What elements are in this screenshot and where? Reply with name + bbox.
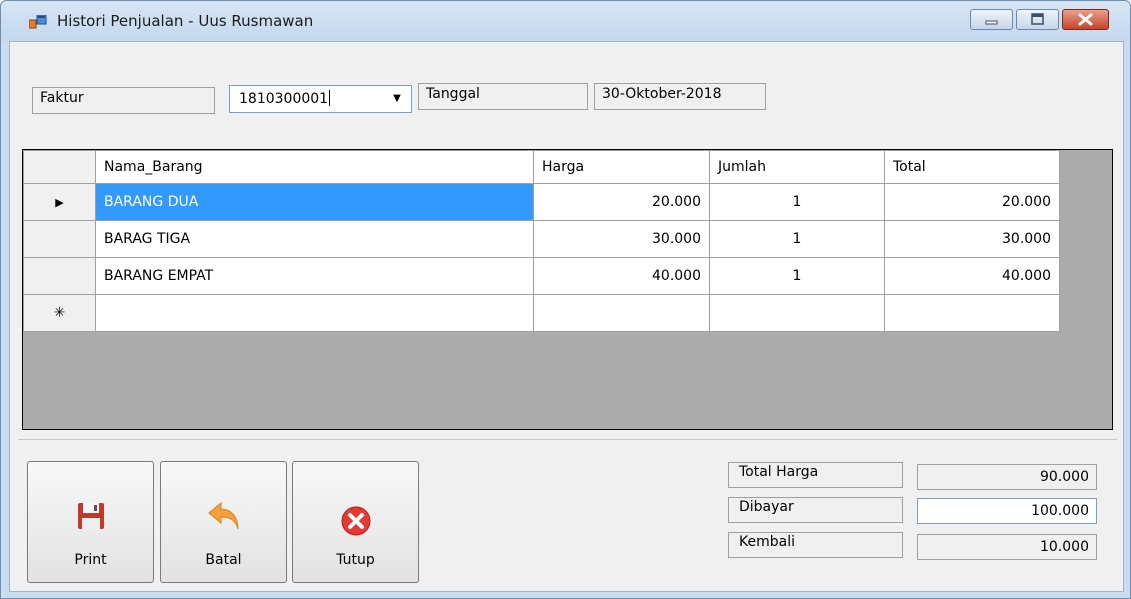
table-row[interactable]: BARANG EMPAT 40.000 1 40.000 (23, 257, 1060, 295)
maximize-button[interactable] (1016, 9, 1059, 30)
grid-table[interactable]: Nama_Barang Harga Jumlah Total ▶ BARANG … (23, 150, 1060, 332)
new-row-asterisk-icon[interactable]: ✳ (23, 294, 96, 332)
print-button-label: Print (74, 552, 107, 568)
faktur-combobox[interactable]: 1810300001 ▼ (229, 85, 412, 113)
cell-total[interactable] (884, 294, 1060, 332)
cell-harga[interactable]: 40.000 (533, 257, 710, 295)
row-header[interactable] (23, 220, 96, 258)
cell-total[interactable]: 30.000 (884, 220, 1060, 258)
minimize-icon (985, 20, 998, 25)
cell-harga[interactable]: 30.000 (533, 220, 710, 258)
app-window-icon (29, 15, 47, 29)
faktur-label: Faktur (32, 87, 215, 114)
floppy-save-icon (78, 503, 104, 529)
window-title: Histori Penjualan - Uus Rusmawan (57, 12, 314, 30)
tanggal-label: Tanggal (418, 83, 588, 110)
new-row[interactable]: ✳ (23, 294, 1060, 332)
column-header-total[interactable]: Total (884, 150, 1060, 184)
kembali-label: Kembali (728, 532, 903, 558)
batal-button-label: Batal (205, 552, 242, 568)
tanggal-value: 30-Oktober-2018 (594, 83, 766, 110)
cell-jumlah[interactable]: 1 (709, 257, 885, 295)
close-circle-icon (341, 506, 371, 536)
total-harga-label: Total Harga (728, 462, 903, 488)
row-header[interactable] (23, 257, 96, 295)
close-button[interactable] (1062, 9, 1109, 30)
app-window: Histori Penjualan - Uus Rusmawan Faktur … (0, 0, 1131, 599)
cell-total[interactable]: 40.000 (884, 257, 1060, 295)
kembali-value: 10.000 (917, 534, 1097, 560)
column-header-jumlah[interactable]: Jumlah (709, 150, 885, 184)
minimize-button[interactable] (970, 9, 1013, 30)
table-row[interactable]: ▶ BARANG DUA 20.000 1 20.000 (23, 183, 1060, 221)
sales-history-grid[interactable]: Nama_Barang Harga Jumlah Total ▶ BARANG … (22, 149, 1113, 430)
cell-jumlah[interactable] (709, 294, 885, 332)
dibayar-input[interactable]: 100.000 (917, 498, 1097, 524)
row-header-corner[interactable] (23, 150, 96, 184)
tutup-button[interactable]: Tutup (292, 461, 419, 583)
dropdown-arrow-icon[interactable]: ▼ (389, 90, 405, 108)
text-caret (329, 90, 331, 106)
column-header-nama-barang[interactable]: Nama_Barang (95, 150, 534, 184)
tutup-button-label: Tutup (336, 552, 375, 568)
print-button[interactable]: Print (27, 461, 154, 583)
divider (18, 439, 1117, 440)
cell-jumlah[interactable]: 1 (709, 183, 885, 221)
maximize-icon (1031, 13, 1044, 25)
cell-nama-barang[interactable]: BARANG DUA (95, 183, 534, 221)
column-header-harga[interactable]: Harga (533, 150, 710, 184)
cell-harga[interactable]: 20.000 (533, 183, 710, 221)
title-bar[interactable]: Histori Penjualan - Uus Rusmawan (1, 1, 1130, 41)
batal-button[interactable]: Batal (160, 461, 287, 583)
undo-arrow-icon (208, 501, 239, 530)
faktur-value[interactable]: 1810300001 (239, 91, 328, 107)
cell-nama-barang[interactable]: BARAG TIGA (95, 220, 534, 258)
close-icon (1078, 13, 1093, 26)
total-harga-value: 90.000 (917, 464, 1097, 490)
cell-nama-barang[interactable]: BARANG EMPAT (95, 257, 534, 295)
dibayar-label: Dibayar (728, 497, 903, 523)
current-row-indicator-icon[interactable]: ▶ (23, 183, 96, 221)
cell-harga[interactable] (533, 294, 710, 332)
grid-header-row: Nama_Barang Harga Jumlah Total (23, 150, 1060, 184)
cell-jumlah[interactable]: 1 (709, 220, 885, 258)
client-area: Faktur 1810300001 ▼ Tanggal 30-Oktober-2… (9, 41, 1124, 592)
cell-total[interactable]: 20.000 (884, 183, 1060, 221)
cell-nama-barang[interactable] (95, 294, 534, 332)
table-row[interactable]: BARAG TIGA 30.000 1 30.000 (23, 220, 1060, 258)
